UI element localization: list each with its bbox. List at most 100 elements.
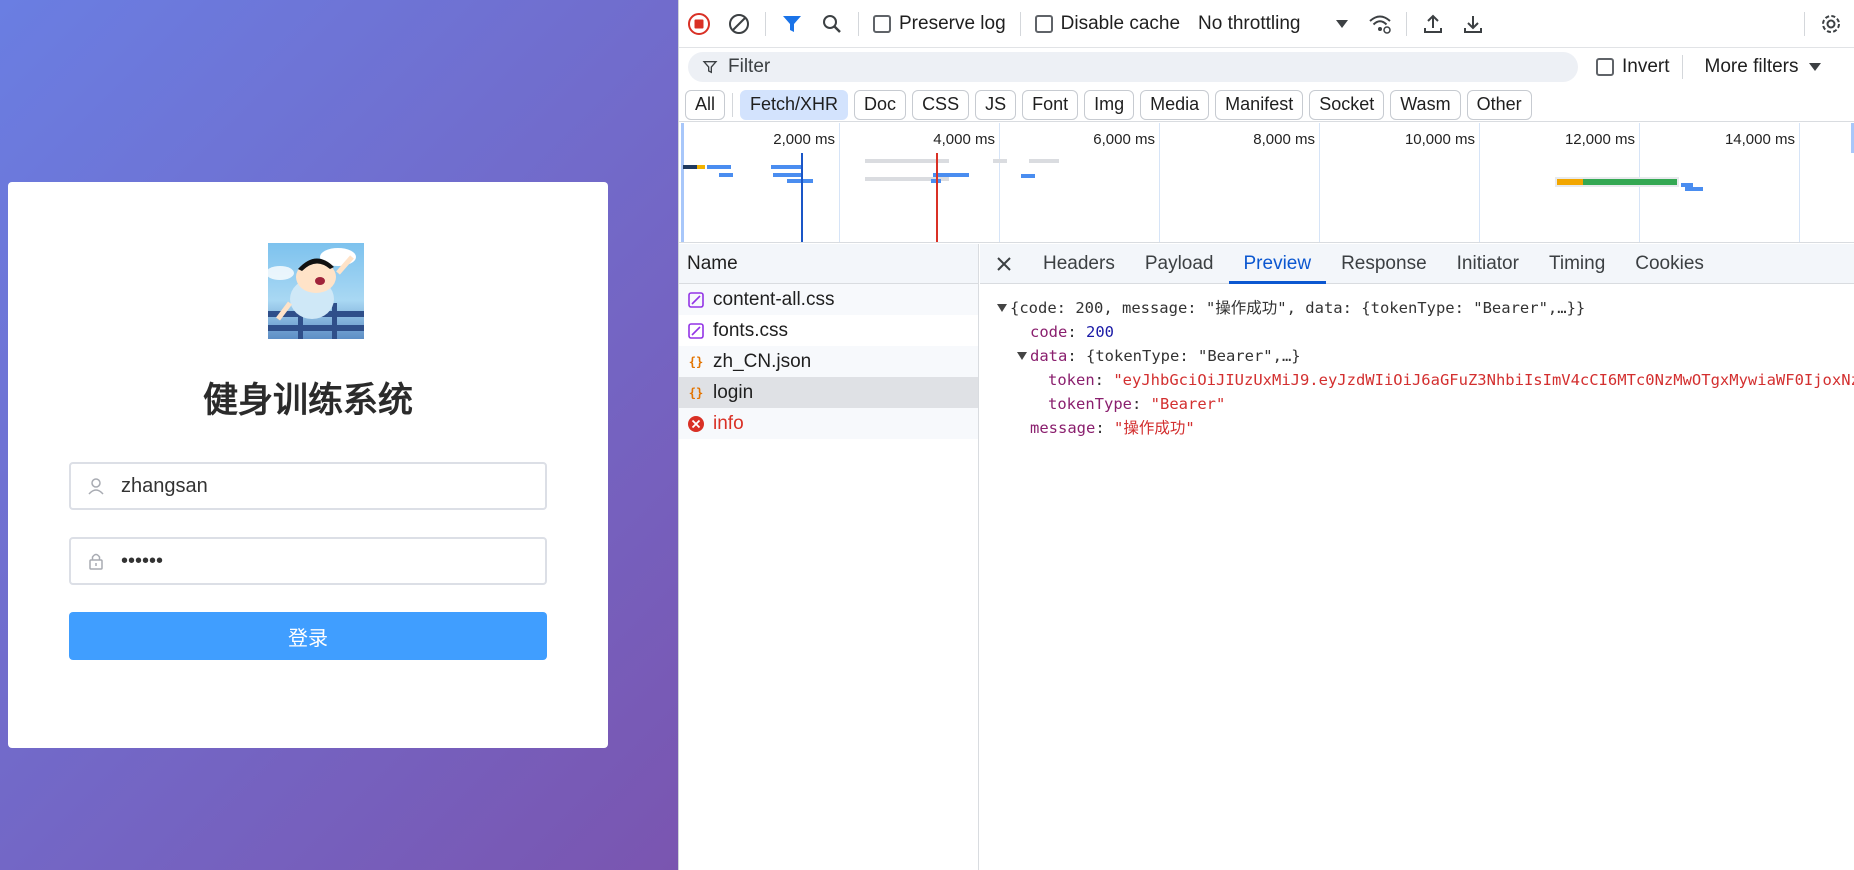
json-string-value: "操作成功" xyxy=(1114,419,1195,437)
username-field[interactable] xyxy=(69,462,547,510)
request-rows: content-all.css fonts.css {} zh_CN.json … xyxy=(679,284,978,439)
json-string-value: "Bearer" xyxy=(1150,395,1226,413)
timeline-grid-line xyxy=(999,123,1000,242)
import-har-icon[interactable] xyxy=(1413,4,1453,44)
type-filter-fetch-xhr[interactable]: Fetch/XHR xyxy=(740,89,849,120)
type-filter-wasm[interactable]: Wasm xyxy=(1390,89,1461,120)
tab-headers[interactable]: Headers xyxy=(1028,244,1130,284)
json-tokentype-line: tokenType: "Bearer" xyxy=(994,392,1854,416)
lock-icon xyxy=(71,539,121,583)
detail-tab-bar: Headers Payload Preview Response Initiat… xyxy=(980,244,1854,284)
page-title: 健身训练系统 xyxy=(202,381,413,421)
waterfall-bar xyxy=(683,165,697,169)
close-detail-icon[interactable] xyxy=(980,244,1028,284)
waterfall-bar xyxy=(773,173,801,177)
search-icon[interactable] xyxy=(812,4,852,44)
request-list: Name content-all.css fonts.css {} zh_CN.… xyxy=(679,244,979,870)
filter-input[interactable]: Filter xyxy=(688,52,1578,82)
type-filter-font[interactable]: Font xyxy=(1022,89,1079,120)
username-input[interactable] xyxy=(121,474,521,498)
waterfall-bar xyxy=(933,173,969,177)
disable-cache-checkbox[interactable]: Disable cache xyxy=(1034,13,1180,35)
type-filter-other[interactable]: Other xyxy=(1466,89,1532,120)
name-column-header[interactable]: Name xyxy=(679,244,978,284)
request-row-login[interactable]: {} login xyxy=(679,377,978,408)
request-row-zh-cn-json[interactable]: {} zh_CN.json xyxy=(679,346,978,377)
request-name: login xyxy=(713,381,754,403)
json-key: code xyxy=(1030,323,1068,341)
stop-recording-icon[interactable] xyxy=(679,4,719,44)
expand-triangle-icon[interactable] xyxy=(994,304,1010,312)
throttling-value: No throttling xyxy=(1198,12,1301,34)
filter-bar: Filter Invert More filters xyxy=(679,48,1854,86)
network-toolbar: Preserve log Disable cache No throttling xyxy=(679,0,1854,48)
login-card: 健身训练系统 登录 xyxy=(8,182,608,748)
request-row-content-all-css[interactable]: content-all.css xyxy=(679,284,978,315)
logo-avatar xyxy=(268,243,364,339)
throttling-select[interactable]: No throttling xyxy=(1198,12,1349,35)
settings-gear-icon[interactable] xyxy=(1811,4,1851,44)
filter-placeholder: Filter xyxy=(728,56,771,77)
toolbar-divider xyxy=(1681,55,1683,79)
json-code-line: code: 200 xyxy=(994,320,1854,344)
login-button[interactable]: 登录 xyxy=(69,612,547,660)
type-filter-js[interactable]: JS xyxy=(975,89,1017,120)
json-root-summary: {code: 200, message: "操作成功", data: {toke… xyxy=(1010,299,1586,317)
expand-triangle-icon[interactable] xyxy=(1014,352,1030,360)
more-filters-dropdown[interactable]: More filters xyxy=(1705,56,1821,78)
waterfall-bar xyxy=(1029,159,1059,163)
type-filter-manifest[interactable]: Manifest xyxy=(1215,89,1304,120)
tab-response[interactable]: Response xyxy=(1326,244,1442,284)
checkbox-box[interactable] xyxy=(1034,14,1053,33)
checkbox-box[interactable] xyxy=(1596,58,1614,76)
timeline-start-handle[interactable] xyxy=(681,123,684,242)
waterfall-bar xyxy=(771,165,801,169)
request-row-info[interactable]: info xyxy=(679,408,978,439)
type-filter-socket[interactable]: Socket xyxy=(1309,89,1385,120)
timeline-tick: 6,000 ms xyxy=(1093,131,1155,148)
stylesheet-icon xyxy=(687,291,705,309)
type-filter-all[interactable]: All xyxy=(685,89,726,120)
clear-icon[interactable] xyxy=(719,4,759,44)
type-filter-doc[interactable]: Doc xyxy=(854,89,907,120)
invert-checkbox[interactable]: Invert xyxy=(1596,56,1670,78)
timeline-grid-line xyxy=(1479,123,1480,242)
json-braces-icon: {} xyxy=(688,385,704,400)
invert-label: Invert xyxy=(1622,56,1670,77)
tab-initiator[interactable]: Initiator xyxy=(1442,244,1534,284)
timeline-tick: 2,000 ms xyxy=(773,131,835,148)
export-har-icon[interactable] xyxy=(1453,4,1493,44)
toolbar-divider xyxy=(858,11,859,36)
waterfall-bar xyxy=(719,173,733,177)
error-icon xyxy=(687,415,705,433)
request-row-fonts-css[interactable]: fonts.css xyxy=(679,315,978,346)
password-field[interactable] xyxy=(69,537,547,585)
preserve-log-label: Preserve log xyxy=(899,12,1006,34)
timeline-grid-line xyxy=(1159,123,1160,242)
checkbox-box[interactable] xyxy=(873,14,891,33)
network-conditions-icon[interactable] xyxy=(1360,4,1400,44)
tab-timing[interactable]: Timing xyxy=(1534,244,1620,284)
request-name: content-all.css xyxy=(713,288,835,310)
tab-payload[interactable]: Payload xyxy=(1130,244,1229,284)
json-data-node[interactable]: data: {tokenType: "Bearer",…} xyxy=(994,344,1854,368)
network-body: Name content-all.css fonts.css {} zh_CN.… xyxy=(679,244,1854,870)
preserve-log-checkbox[interactable]: Preserve log xyxy=(873,13,1006,35)
json-key: token xyxy=(1048,371,1095,389)
timeline-overview[interactable]: 2,000 ms 4,000 ms 6,000 ms 8,000 ms 10,0… xyxy=(679,123,1854,243)
waterfall-bar xyxy=(697,165,705,169)
type-filter-media[interactable]: Media xyxy=(1140,89,1210,120)
type-filter-css[interactable]: CSS xyxy=(912,89,970,120)
dropdown-arrow-icon xyxy=(1336,19,1349,28)
tab-preview[interactable]: Preview xyxy=(1228,244,1327,284)
request-name: fonts.css xyxy=(713,319,788,341)
type-filter-img[interactable]: Img xyxy=(1084,89,1135,120)
password-input[interactable] xyxy=(121,549,521,573)
waterfall-bar xyxy=(787,179,813,183)
json-root-node[interactable]: {code: 200, message: "操作成功", data: {toke… xyxy=(994,296,1854,320)
json-braces-icon: {} xyxy=(688,354,704,369)
tab-cookies[interactable]: Cookies xyxy=(1620,244,1719,284)
waterfall-bar xyxy=(993,159,1007,163)
filter-funnel-icon[interactable] xyxy=(772,4,812,44)
request-name: zh_CN.json xyxy=(713,350,812,372)
